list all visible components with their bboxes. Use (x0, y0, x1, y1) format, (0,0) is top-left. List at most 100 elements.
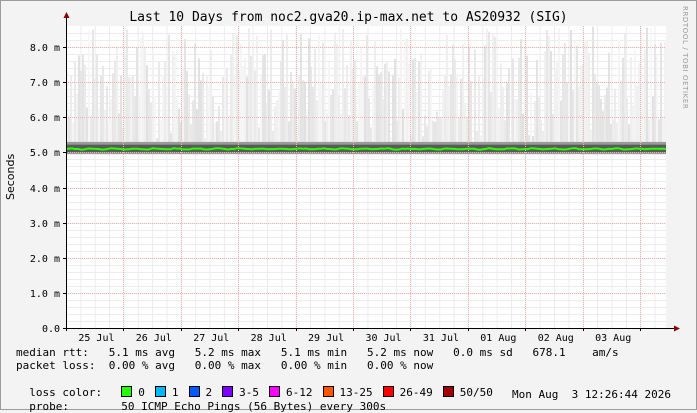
smoke-spike (182, 67, 184, 142)
smoke-spike (622, 58, 624, 142)
smoke-spike (278, 91, 280, 142)
smoke-spike (256, 36, 258, 142)
y-axis-arrow (64, 12, 70, 18)
smoke-spike (538, 98, 540, 142)
y-tick-label: 0.0 (42, 324, 60, 335)
smoke-spike (342, 29, 344, 142)
legend-probe: probe:50 ICMP Echo Pings (56 Bytes) ever… (16, 389, 386, 413)
smoke-spike (460, 79, 462, 142)
smoke-spike (206, 75, 208, 141)
smoke-spike (134, 96, 136, 142)
smoke-spike (68, 116, 70, 142)
smoke-spike (236, 35, 238, 141)
y-tick-label: 8.0 m (30, 43, 60, 54)
smoke-spike (98, 108, 100, 142)
x-tick-label: 30 Jul (365, 333, 401, 344)
smoke-spike (432, 121, 434, 142)
smoke-spike (616, 122, 618, 142)
smoke-spike (600, 99, 602, 142)
smoke-spike (384, 64, 386, 142)
smoke-spike (350, 41, 352, 142)
smoke-spike (116, 46, 118, 142)
smoke-spike (488, 32, 490, 142)
smoke-spike (280, 61, 282, 142)
loss-color-text: 50/50 (460, 387, 493, 399)
smoke-spike (624, 33, 626, 141)
smoke-spike (404, 39, 406, 142)
smoke-spike (80, 71, 82, 142)
smoke-spike (626, 98, 628, 142)
smoke-spike (502, 87, 504, 142)
smoke-spike (618, 39, 620, 142)
smoke-spike (492, 34, 494, 142)
smoke-spike (152, 53, 154, 142)
smoke-spike (640, 34, 642, 142)
smoke-spike (496, 83, 498, 142)
legend-packet-loss: packet loss: 0.00 % avg 0.00 % max 0.00 … (16, 360, 433, 372)
smoke-spike (292, 81, 294, 142)
smoke-spike (648, 119, 650, 141)
smoke-spike (512, 59, 514, 142)
smoke-spike (614, 89, 616, 142)
smoke-spike (142, 32, 144, 142)
loss-color-swatch (443, 386, 454, 397)
smoke-spike (128, 77, 130, 142)
smoke-spike (218, 106, 220, 142)
smoke-spike (276, 100, 278, 142)
smoke-spike (396, 121, 398, 142)
smoke-spike (300, 34, 302, 142)
smoke-spike (644, 49, 646, 142)
smoke-spike (202, 73, 204, 142)
smoke-spike (556, 62, 558, 141)
smoke-spike (560, 101, 562, 142)
smoke-spike (532, 136, 534, 142)
smoke-spike (210, 50, 212, 142)
smoke-spike (224, 67, 226, 142)
smoke-spike (436, 112, 438, 142)
smoke-spike (608, 53, 610, 142)
smoke-spike (282, 40, 284, 142)
smoke-spike (464, 104, 466, 142)
smoke-spike (544, 51, 546, 142)
smoke-spike (434, 122, 436, 142)
smoke-spike (268, 90, 270, 142)
smoke-spike (92, 30, 94, 142)
smoke-spike (566, 82, 568, 142)
smoke-spike (130, 77, 132, 142)
smoke-spike (160, 121, 162, 142)
smoke-spike (540, 120, 542, 142)
smoke-spike (586, 40, 588, 142)
smoke-spike (630, 57, 632, 142)
smoke-spike (386, 62, 388, 142)
y-tick-label: 6.0 m (30, 113, 60, 124)
smoke-spike (528, 135, 530, 142)
smoke-spike (542, 132, 544, 142)
smoke-spike (420, 53, 422, 142)
smoke-spike (366, 35, 368, 142)
smoke-spike (192, 100, 194, 141)
smoke-spike (340, 114, 342, 142)
smoke-spike (72, 122, 74, 142)
smoke-spike (338, 95, 340, 142)
smoke-spike (628, 125, 630, 142)
smoke-spike (612, 120, 614, 142)
y-tick-label: 2.0 m (30, 254, 60, 265)
smoke-spike (356, 121, 358, 142)
smoke-spike (642, 81, 644, 142)
smoke-spike (242, 66, 244, 142)
smoke-spike (154, 96, 156, 142)
smoke-spike (270, 29, 272, 142)
smoke-spike (100, 76, 102, 142)
smoke-spike (334, 33, 336, 142)
smoke-spike (508, 69, 510, 142)
smoke-spike (564, 43, 566, 142)
smoke-spike (78, 55, 80, 141)
smoke-spike (374, 42, 376, 142)
smoke-spike (324, 121, 326, 142)
smoke-spike (482, 78, 484, 142)
smoke-spike (442, 91, 444, 142)
smoke-spike (302, 80, 304, 142)
smoke-spike (548, 36, 550, 142)
smoke-spike (316, 100, 318, 141)
smoke-spike (360, 47, 362, 142)
